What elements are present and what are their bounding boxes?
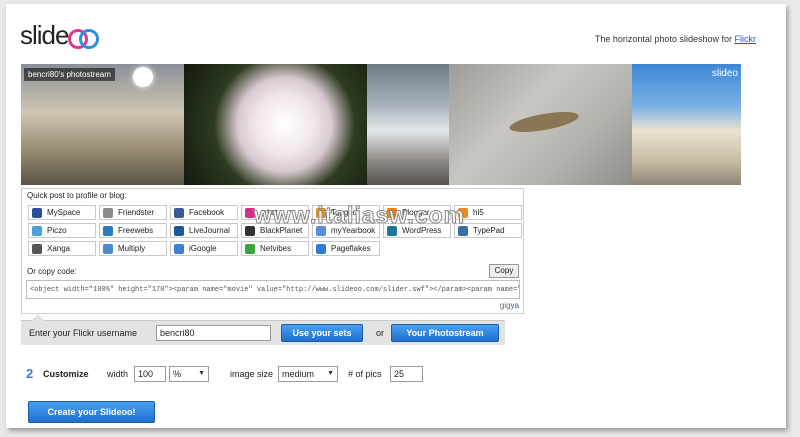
- service-label: Facebook: [189, 208, 225, 217]
- service-label: Freewebs: [118, 226, 154, 235]
- igoogle-icon: [174, 243, 184, 254]
- multiply-icon: [103, 243, 113, 254]
- myspace-icon: [32, 207, 42, 218]
- use-sets-button[interactable]: Use your sets: [281, 324, 363, 342]
- flickr-link[interactable]: Flickr: [735, 34, 757, 44]
- tagline: The horizontal photo slideshow for Flick…: [594, 34, 757, 44]
- service-button-facebook[interactable]: Facebook: [170, 205, 238, 220]
- service-button-freewebs[interactable]: Freewebs: [99, 223, 167, 238]
- pics-label: # of pics: [348, 369, 382, 379]
- service-button-livejournal[interactable]: LiveJournal: [170, 223, 238, 238]
- embed-code-field[interactable]: <object width="100%" height="170"><param…: [26, 280, 520, 299]
- livejournal-icon: [174, 225, 184, 236]
- copy-code-label: Or copy code:: [27, 267, 77, 276]
- pics-input[interactable]: 25: [390, 366, 423, 382]
- service-label: Multiply: [118, 244, 146, 253]
- username-input[interactable]: bencri80: [156, 325, 271, 341]
- copy-button[interactable]: Copy: [489, 264, 519, 278]
- service-label: TypePad: [473, 226, 505, 235]
- chevron-down-icon: ▼: [198, 370, 205, 377]
- gigya-logo[interactable]: gigya: [500, 301, 519, 310]
- service-button-friendster[interactable]: Friendster: [99, 205, 167, 220]
- service-button-multiply[interactable]: Multiply: [99, 241, 167, 256]
- or-label: or: [376, 328, 385, 338]
- photostream-caption: bencri80's photostream: [24, 68, 115, 81]
- friendster-icon: [103, 207, 113, 218]
- step-number: 2: [26, 366, 34, 381]
- netvibes-icon: [245, 243, 255, 254]
- photo-flag[interactable]: [367, 64, 449, 185]
- service-label: iGoogle: [189, 244, 217, 253]
- width-input[interactable]: 100: [134, 366, 166, 382]
- service-button-piczo[interactable]: Piczo: [28, 223, 96, 238]
- photo-slideshow[interactable]: bencri80's photostream slideo: [21, 64, 741, 185]
- page: slide The horizontal photo slideshow for…: [6, 4, 786, 428]
- sun-light: [133, 67, 153, 87]
- service-label: Pageflakes: [331, 244, 371, 253]
- customize-title: Customize: [43, 369, 89, 379]
- username-bar: Enter your Flickr username bencri80 Use …: [21, 314, 505, 345]
- create-slideoo-button[interactable]: Create your Slideoo!: [28, 401, 155, 423]
- photo-flower[interactable]: [184, 64, 367, 185]
- service-button-netvibes[interactable]: Netvibes: [241, 241, 309, 256]
- service-label: Xanga: [47, 244, 71, 253]
- service-label: hi5: [473, 208, 484, 217]
- width-label: width: [107, 369, 129, 379]
- photo-cathedral[interactable]: bencri80's photostream: [21, 64, 184, 185]
- service-button-myspace[interactable]: MySpace: [28, 205, 96, 220]
- service-label: LiveJournal: [189, 226, 230, 235]
- image-size-select[interactable]: medium ▼: [278, 366, 338, 382]
- pageflakes-icon: [316, 243, 326, 254]
- slideoo-logo[interactable]: slide: [20, 20, 100, 51]
- gecko-shape: [508, 108, 580, 136]
- share-title: Quick post to profile or blog:: [27, 191, 127, 200]
- site-watermark: www.italiasw.com: [253, 202, 466, 229]
- service-button-xanga[interactable]: Xanga: [28, 241, 96, 256]
- image-size-label: image size: [230, 369, 274, 379]
- service-label: Netvibes: [260, 244, 292, 253]
- freewebs-icon: [103, 225, 113, 236]
- logo-text: slide: [20, 20, 69, 50]
- service-label: MySpace: [47, 208, 81, 217]
- xanga-icon: [32, 243, 42, 254]
- facebook-icon: [174, 207, 184, 218]
- username-label: Enter your Flickr username: [29, 328, 138, 338]
- service-button-pageflakes[interactable]: Pageflakes: [312, 241, 380, 256]
- bar-notch: [31, 314, 45, 321]
- chevron-down-icon: ▼: [327, 370, 334, 377]
- photo-church[interactable]: slideo: [632, 64, 741, 185]
- slideshow-watermark-logo: slideo: [711, 68, 738, 79]
- service-label: Friendster: [118, 208, 155, 217]
- logo-rings-icon: [68, 27, 100, 49]
- photostream-button[interactable]: Your Photostream: [391, 324, 499, 342]
- photo-gecko[interactable]: [449, 64, 632, 185]
- width-unit-select[interactable]: % ▼: [169, 366, 209, 382]
- service-label: Piczo: [47, 226, 67, 235]
- service-button-igoogle[interactable]: iGoogle: [170, 241, 238, 256]
- piczo-icon: [32, 225, 42, 236]
